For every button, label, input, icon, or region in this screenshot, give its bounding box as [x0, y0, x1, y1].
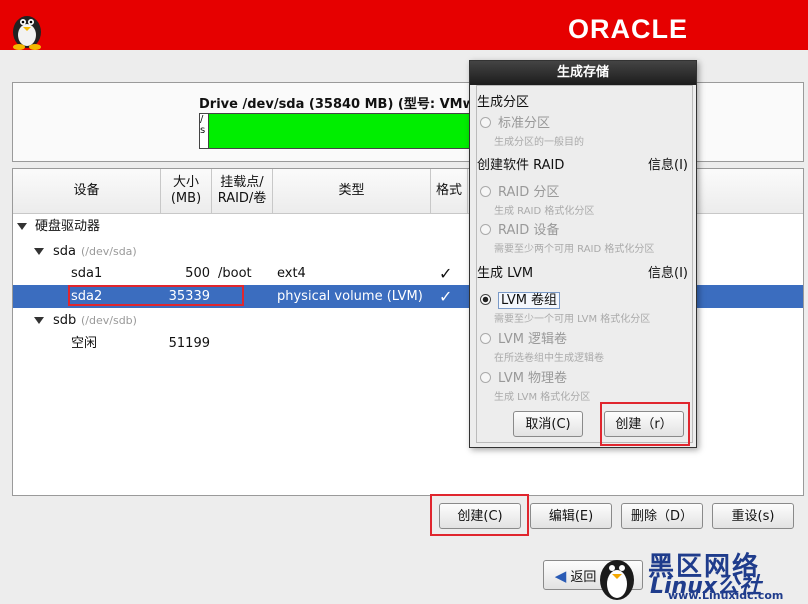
create-button[interactable]: 创建(C): [439, 503, 521, 529]
info-raid-button[interactable]: 信息(I): [648, 154, 688, 173]
partition-name: sda1: [71, 266, 103, 281]
radio-raid-partition[interactable]: RAID 分区: [480, 181, 559, 200]
partition-mount: /boot: [218, 266, 252, 281]
radio-button-icon[interactable]: [480, 333, 491, 344]
hint-raid-partition: 生成 RAID 格式化分区: [494, 206, 595, 217]
delete-button[interactable]: 删除（D）: [621, 503, 703, 529]
radio-button-icon[interactable]: [480, 186, 491, 197]
disk-path: (/dev/sdb): [81, 314, 137, 327]
header-bar: ORACLE: [0, 0, 808, 50]
section-lvm: 生成 LVM: [477, 266, 534, 281]
dialog-title: 生成存储: [470, 61, 696, 85]
expander-triangle-icon[interactable]: [34, 248, 44, 255]
disk-name: sda: [53, 244, 76, 259]
arrow-left-icon: ◀: [554, 567, 567, 585]
column-mount[interactable]: 挂载点/ RAID/卷: [212, 169, 273, 213]
partition-name: 空闲: [71, 336, 98, 351]
section-partition: 生成分区: [477, 95, 530, 110]
expander-triangle-icon[interactable]: [17, 223, 27, 230]
info-lvm-button[interactable]: 信息(I): [648, 262, 688, 281]
column-format[interactable]: 格式: [431, 169, 468, 213]
column-size[interactable]: 大小 (MB): [161, 169, 212, 213]
partition-type: ext4: [277, 266, 306, 281]
radio-button-icon[interactable]: [480, 224, 491, 235]
format-check-icon: ✓: [439, 264, 453, 283]
radio-button-icon[interactable]: [480, 117, 491, 128]
oracle-logo: ORACLE: [568, 14, 688, 44]
dialog-create-button[interactable]: 创建（r）: [604, 411, 684, 437]
dialog-body: 生成分区 标准分区 生成分区的一般目的 创建软件 RAID 信息(I) RAID…: [476, 85, 693, 443]
section-raid: 创建软件 RAID: [477, 158, 565, 173]
edit-button[interactable]: 编辑(E): [530, 503, 612, 529]
tux-penguin-icon: [13, 16, 41, 50]
drive-segment-boot[interactable]: / s: [200, 114, 209, 148]
drive-usage-bar: / s: [199, 113, 471, 149]
hint-lvm-vg: 需要至少一个可用 LVM 格式化分区: [494, 314, 651, 325]
create-storage-dialog: 生成存储 生成分区 标准分区 生成分区的一般目的 创建软件 RAID 信息(I)…: [469, 60, 697, 448]
expander-triangle-icon[interactable]: [34, 317, 44, 324]
hard-drives-label: 硬盘驱动器: [35, 219, 101, 234]
disk-name: sdb: [53, 313, 77, 328]
partition-name: sda2: [71, 289, 103, 304]
drive-title: Drive /dev/sda (35840 MB) (型号: VMware: [199, 97, 499, 112]
partition-type: physical volume (LVM): [277, 289, 423, 304]
penguin-watermark-icon: [600, 560, 634, 600]
hint-raid-device: 需要至少两个可用 RAID 格式化分区: [494, 244, 655, 255]
disk-path: (/dev/sda): [81, 245, 137, 258]
radio-button-icon[interactable]: [480, 372, 491, 383]
format-check-icon: ✓: [439, 287, 453, 306]
partition-size: 500: [185, 266, 210, 281]
column-type[interactable]: 类型: [273, 169, 431, 213]
hint-lvm-lv: 在所选卷组中生成逻辑卷: [494, 353, 604, 364]
watermark: 黑区网络 Linux公社 www.Linuxidc.com: [580, 540, 808, 604]
partition-size: 51199: [168, 336, 210, 351]
radio-raid-device[interactable]: RAID 设备: [480, 219, 559, 238]
hint-standard: 生成分区的一般目的: [494, 137, 584, 148]
watermark-url: www.Linuxidc.com: [668, 589, 784, 602]
radio-button-selected-icon[interactable]: [480, 294, 491, 305]
column-device[interactable]: 设备: [13, 169, 161, 213]
radio-standard-partition[interactable]: 标准分区: [480, 112, 550, 131]
reset-button[interactable]: 重设(s): [712, 503, 794, 529]
partition-size: 35339: [168, 289, 210, 304]
hint-lvm-pv: 生成 LVM 格式化分区: [494, 392, 591, 403]
radio-lvm-physical-volume[interactable]: LVM 物理卷: [480, 367, 567, 386]
dialog-cancel-button[interactable]: 取消(C): [513, 411, 583, 437]
drive-segment-lvm[interactable]: [209, 114, 470, 148]
radio-lvm-volume-group[interactable]: LVM 卷组: [480, 289, 561, 309]
radio-lvm-logical-volume[interactable]: LVM 逻辑卷: [480, 328, 567, 347]
